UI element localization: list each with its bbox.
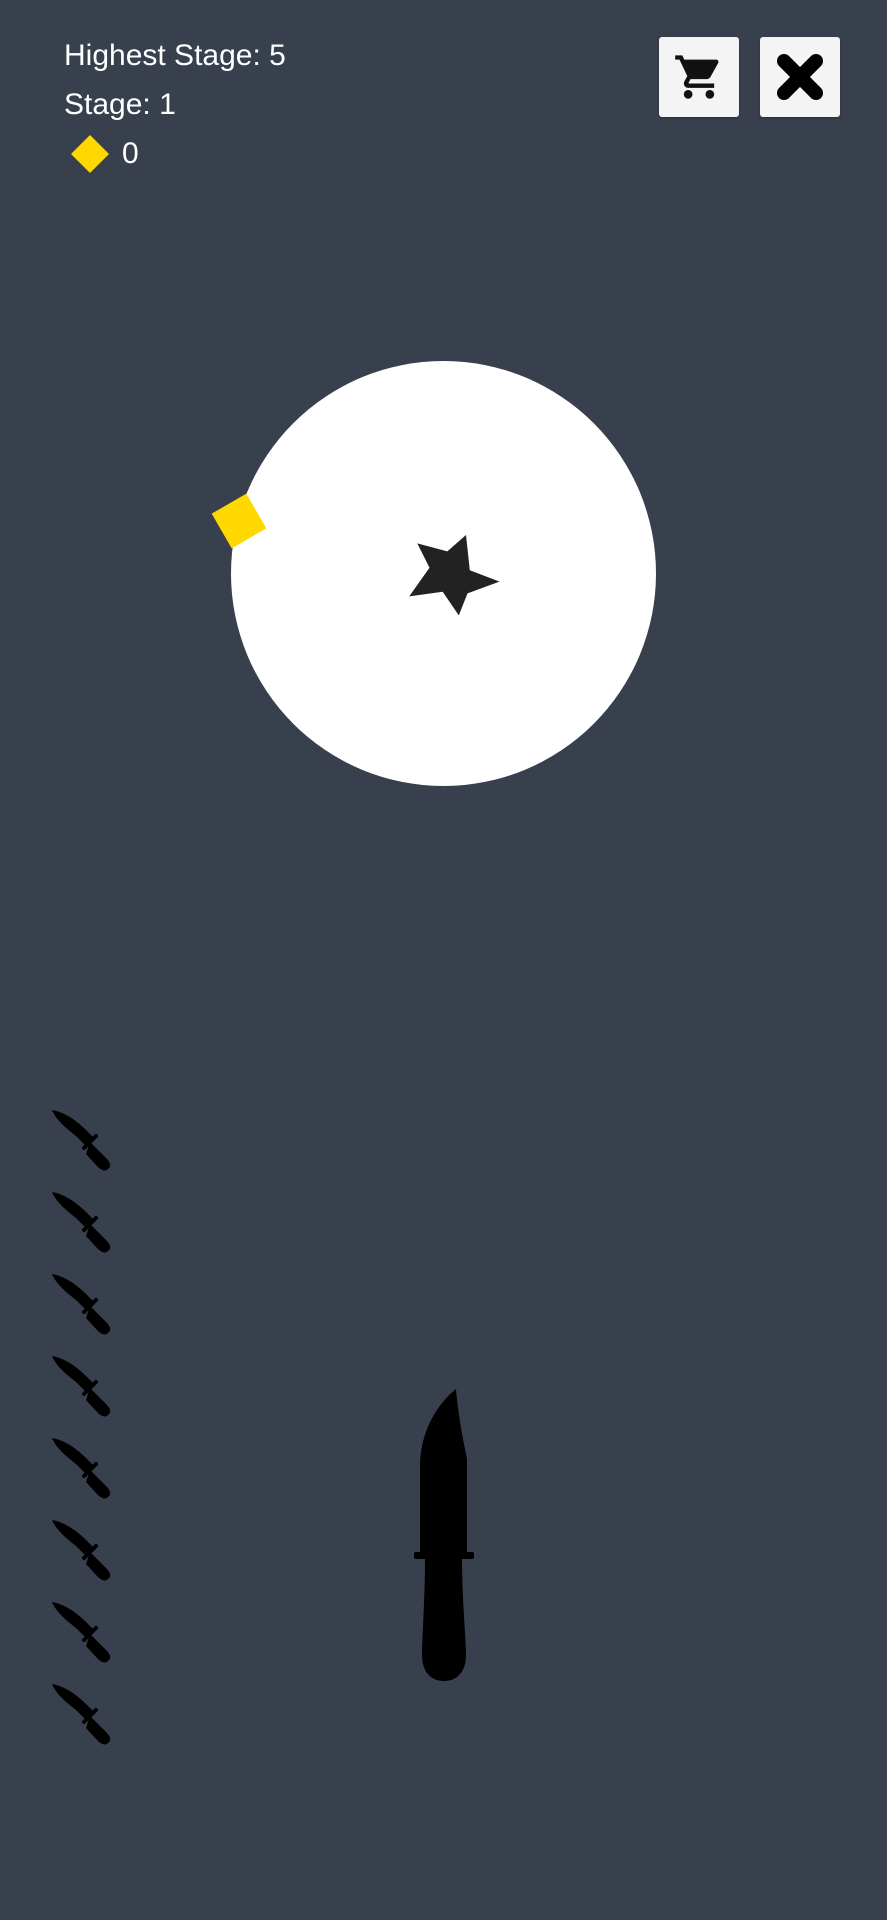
remaining-knife-icon <box>52 1602 111 1663</box>
remaining-knife-icon <box>52 1356 111 1417</box>
remaining-knife-icon <box>52 1274 111 1335</box>
close-button[interactable] <box>760 37 840 117</box>
remaining-knives <box>50 1108 120 1758</box>
rotating-target <box>231 361 656 786</box>
gem-counter: 0 <box>70 134 139 174</box>
remaining-knife-icon <box>52 1192 111 1253</box>
shopping-cart-icon <box>675 55 719 99</box>
remaining-knife-icon <box>52 1520 111 1581</box>
shop-button[interactable] <box>659 37 739 117</box>
gem-icon <box>71 135 109 173</box>
stage-label: Stage: 1 <box>64 88 176 121</box>
player-knife[interactable] <box>412 1389 476 1683</box>
gem-count: 0 <box>122 137 139 170</box>
game-screen[interactable]: Highest Stage: 5 Stage: 1 0 <box>0 0 887 1920</box>
remaining-knife-icon <box>52 1684 111 1745</box>
remaining-knife-icon <box>52 1438 111 1499</box>
remaining-knife-icon <box>52 1110 111 1171</box>
close-x-icon <box>777 54 823 100</box>
highest-stage-label: Highest Stage: 5 <box>64 39 286 72</box>
